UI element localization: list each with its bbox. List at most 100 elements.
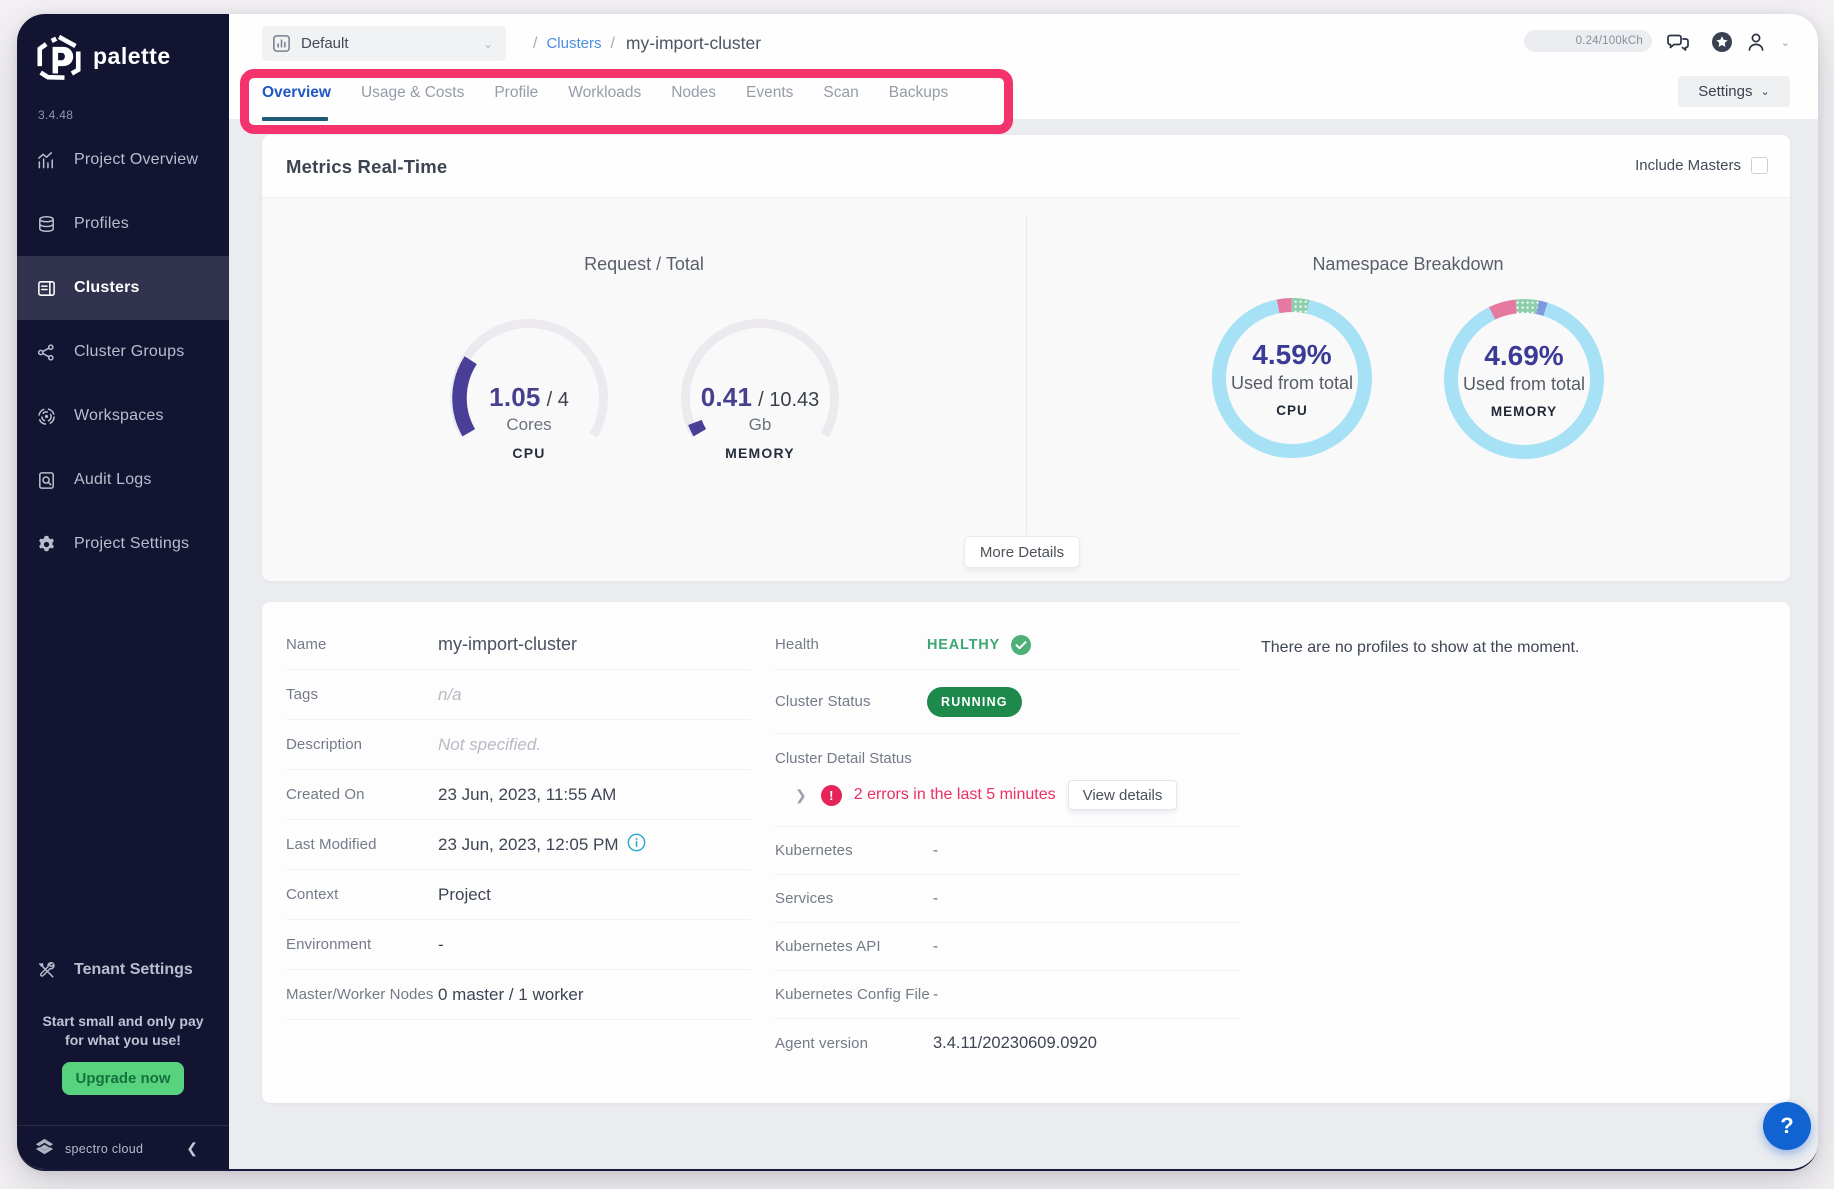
cluster-status-label: Cluster Status: [775, 693, 871, 710]
sidebar-item-label: Project Settings: [74, 535, 189, 553]
sidebar-nav: Project OverviewProfiles Clusters Cluster …: [17, 128, 229, 576]
detail-value: -: [933, 986, 938, 1004]
sidebar-footer: spectro cloud ❮: [17, 1126, 229, 1171]
tab-scan[interactable]: Scan: [823, 84, 858, 102]
view-details-button[interactable]: View details: [1068, 780, 1178, 810]
help-button[interactable]: ?: [1763, 1102, 1811, 1150]
sidebar-item-audit-logs[interactable]: Audit Logs: [17, 448, 229, 512]
error-message: 2 errors in the last 5 minutes: [854, 786, 1056, 804]
layers-stack-icon: [36, 214, 57, 235]
app-version: 3.4.48: [38, 108, 73, 122]
breadcrumb-link-clusters[interactable]: Clusters: [546, 35, 601, 52]
detail-value-text: Project: [438, 885, 491, 905]
tab-bar: Overview Usage & Costs Profile Workloads Nod…: [262, 76, 978, 110]
detail-label: Context: [286, 886, 338, 903]
tab-events[interactable]: Events: [746, 84, 793, 102]
detail-value: Project: [438, 885, 491, 905]
tab-nodes[interactable]: Nodes: [671, 84, 716, 102]
sidebar-item-tenant-settings[interactable]: Tenant Settings: [17, 938, 229, 1002]
memory-gauge-label: MEMORY: [672, 445, 848, 461]
memory-gauge-total: / 10.43: [758, 389, 819, 412]
memory-donut-percent: 4.69%: [1436, 340, 1612, 372]
chevron-down-icon[interactable]: ⌄: [1781, 36, 1790, 49]
detail-value: -: [933, 938, 938, 956]
cluster-status-column: Health HEALTHY Cluster Status RUNNING: [775, 620, 1240, 1067]
detail-label: Tags: [286, 686, 318, 703]
usage-quota-pill: 0.24/100kCh: [1524, 30, 1652, 52]
upgrade-promo: Start small and only pay for what you us…: [17, 1012, 229, 1095]
app-window: palette 3.4.48 Project OverviewProfilesC…: [17, 14, 1818, 1171]
health-label: Health: [775, 636, 819, 653]
project-scope-select[interactable]: Default ⌄: [262, 26, 506, 61]
sidebar-item-project-settings[interactable]: Project Settings: [17, 512, 229, 576]
detail-label: Created On: [286, 786, 365, 803]
detail-label: Kubernetes Config File: [775, 986, 930, 1003]
memory-gauge-unit: Gb: [672, 415, 848, 435]
tab-profile[interactable]: Profile: [494, 84, 538, 102]
sidebar-item-project-overview[interactable]: Project Overview: [17, 128, 229, 192]
gauge-value-row: 0.41 / 10.43: [672, 382, 848, 413]
detail-label: Description: [286, 736, 362, 753]
include-masters-checkbox[interactable]: [1751, 157, 1768, 174]
detail-row-master-worker-nodes: Master/Worker Nodes0 master / 1 worker: [286, 970, 750, 1020]
sidebar-item-label: Audit Logs: [74, 471, 152, 489]
gear-icon: [36, 534, 57, 555]
info-icon[interactable]: [627, 833, 646, 857]
detail-row-name: Namemy-import-cluster: [286, 620, 750, 670]
network-nodes-icon: [36, 342, 57, 363]
tab-usage-costs[interactable]: Usage & Costs: [361, 84, 464, 102]
chat-icon[interactable]: [1666, 30, 1690, 54]
detail-value: 0 master / 1 worker: [438, 985, 584, 1005]
health-value: HEALTHY: [927, 634, 1032, 656]
healthy-text: HEALTHY: [927, 637, 1000, 653]
cpu-donut-chart: 4.59% Used from total CPU: [1204, 290, 1380, 466]
detail-row-agent-version: Agent version3.4.11/20230609.0920: [775, 1019, 1240, 1067]
chevron-right-icon[interactable]: ❯: [795, 787, 807, 804]
detail-value: Not specified.: [438, 735, 541, 755]
sidebar-collapse-chevron-icon[interactable]: ❮: [186, 1140, 198, 1157]
settings-button-label: Settings: [1698, 83, 1752, 100]
check-circle-icon: [1010, 634, 1032, 656]
sidebar-item-workspaces[interactable]: Workspaces: [17, 384, 229, 448]
detail-label: Master/Worker Nodes: [286, 986, 434, 1003]
detail-value: 3.4.11/20230609.0920: [933, 1034, 1097, 1053]
detail-row-description: Description Not specified.: [286, 720, 750, 770]
gauge-value-row: 1.05 / 4: [441, 382, 617, 413]
detail-label: Services: [775, 890, 833, 907]
memory-gauge-chart: 0.41 / 10.43 Gb MEMORY: [672, 310, 848, 510]
detail-value: -: [933, 842, 938, 860]
sidebar-item-clusters[interactable]: Clusters: [17, 256, 229, 320]
detail-value: 23 Jun, 2023, 12:05 PM: [438, 833, 646, 857]
cluster-detail-status-row: ❯ ! 2 errors in the last 5 minutes View …: [775, 780, 1177, 810]
breadcrumb: / Clusters / my-import-cluster: [524, 26, 761, 61]
cpu-gauge-total: / 4: [547, 389, 569, 412]
more-details-button[interactable]: More Details: [964, 536, 1080, 568]
detail-label: Environment: [286, 936, 371, 953]
detail-value-text: 0 master / 1 worker: [438, 985, 584, 1005]
spectro-cloud-label: spectro cloud: [65, 1142, 143, 1156]
star-circle-icon[interactable]: [1710, 30, 1734, 54]
sidebar: palette 3.4.48 Project OverviewProfiles C…: [17, 14, 229, 1169]
chevron-down-icon: ⌄: [1760, 85, 1769, 98]
document-search-icon: [36, 470, 57, 491]
tab-overview[interactable]: Overview: [262, 84, 331, 102]
sidebar-item-profiles[interactable]: Profiles: [17, 192, 229, 256]
running-status-badge: RUNNING: [927, 687, 1022, 717]
tab-workloads[interactable]: Workloads: [568, 84, 641, 102]
sidebar-item-cluster-groups[interactable]: Cluster Groups: [17, 320, 229, 384]
cpu-gauge-unit: Cores: [441, 415, 617, 435]
detail-row-tags: Tagsn/a: [286, 670, 750, 720]
upgrade-now-button[interactable]: Upgrade now: [62, 1062, 183, 1095]
brand-logo: palette: [37, 34, 171, 80]
detail-value-text: -: [438, 935, 444, 955]
user-icon[interactable]: [1744, 30, 1768, 54]
tab-backups[interactable]: Backups: [889, 84, 948, 102]
cpu-donut-percent: 4.59%: [1204, 339, 1380, 371]
brand-name: palette: [93, 43, 171, 70]
cpu-gauge-value: 1.05: [489, 382, 540, 413]
sidebar-item-label: Clusters: [74, 279, 140, 297]
detail-row-kubernetes-config-file: Kubernetes Config File-: [775, 971, 1240, 1019]
settings-button[interactable]: Settings ⌄: [1678, 76, 1790, 107]
cluster-detail-status-block: Cluster Detail Status ❯ ! 2 errors in th…: [775, 734, 1240, 827]
palette-logo-icon: [37, 34, 81, 80]
